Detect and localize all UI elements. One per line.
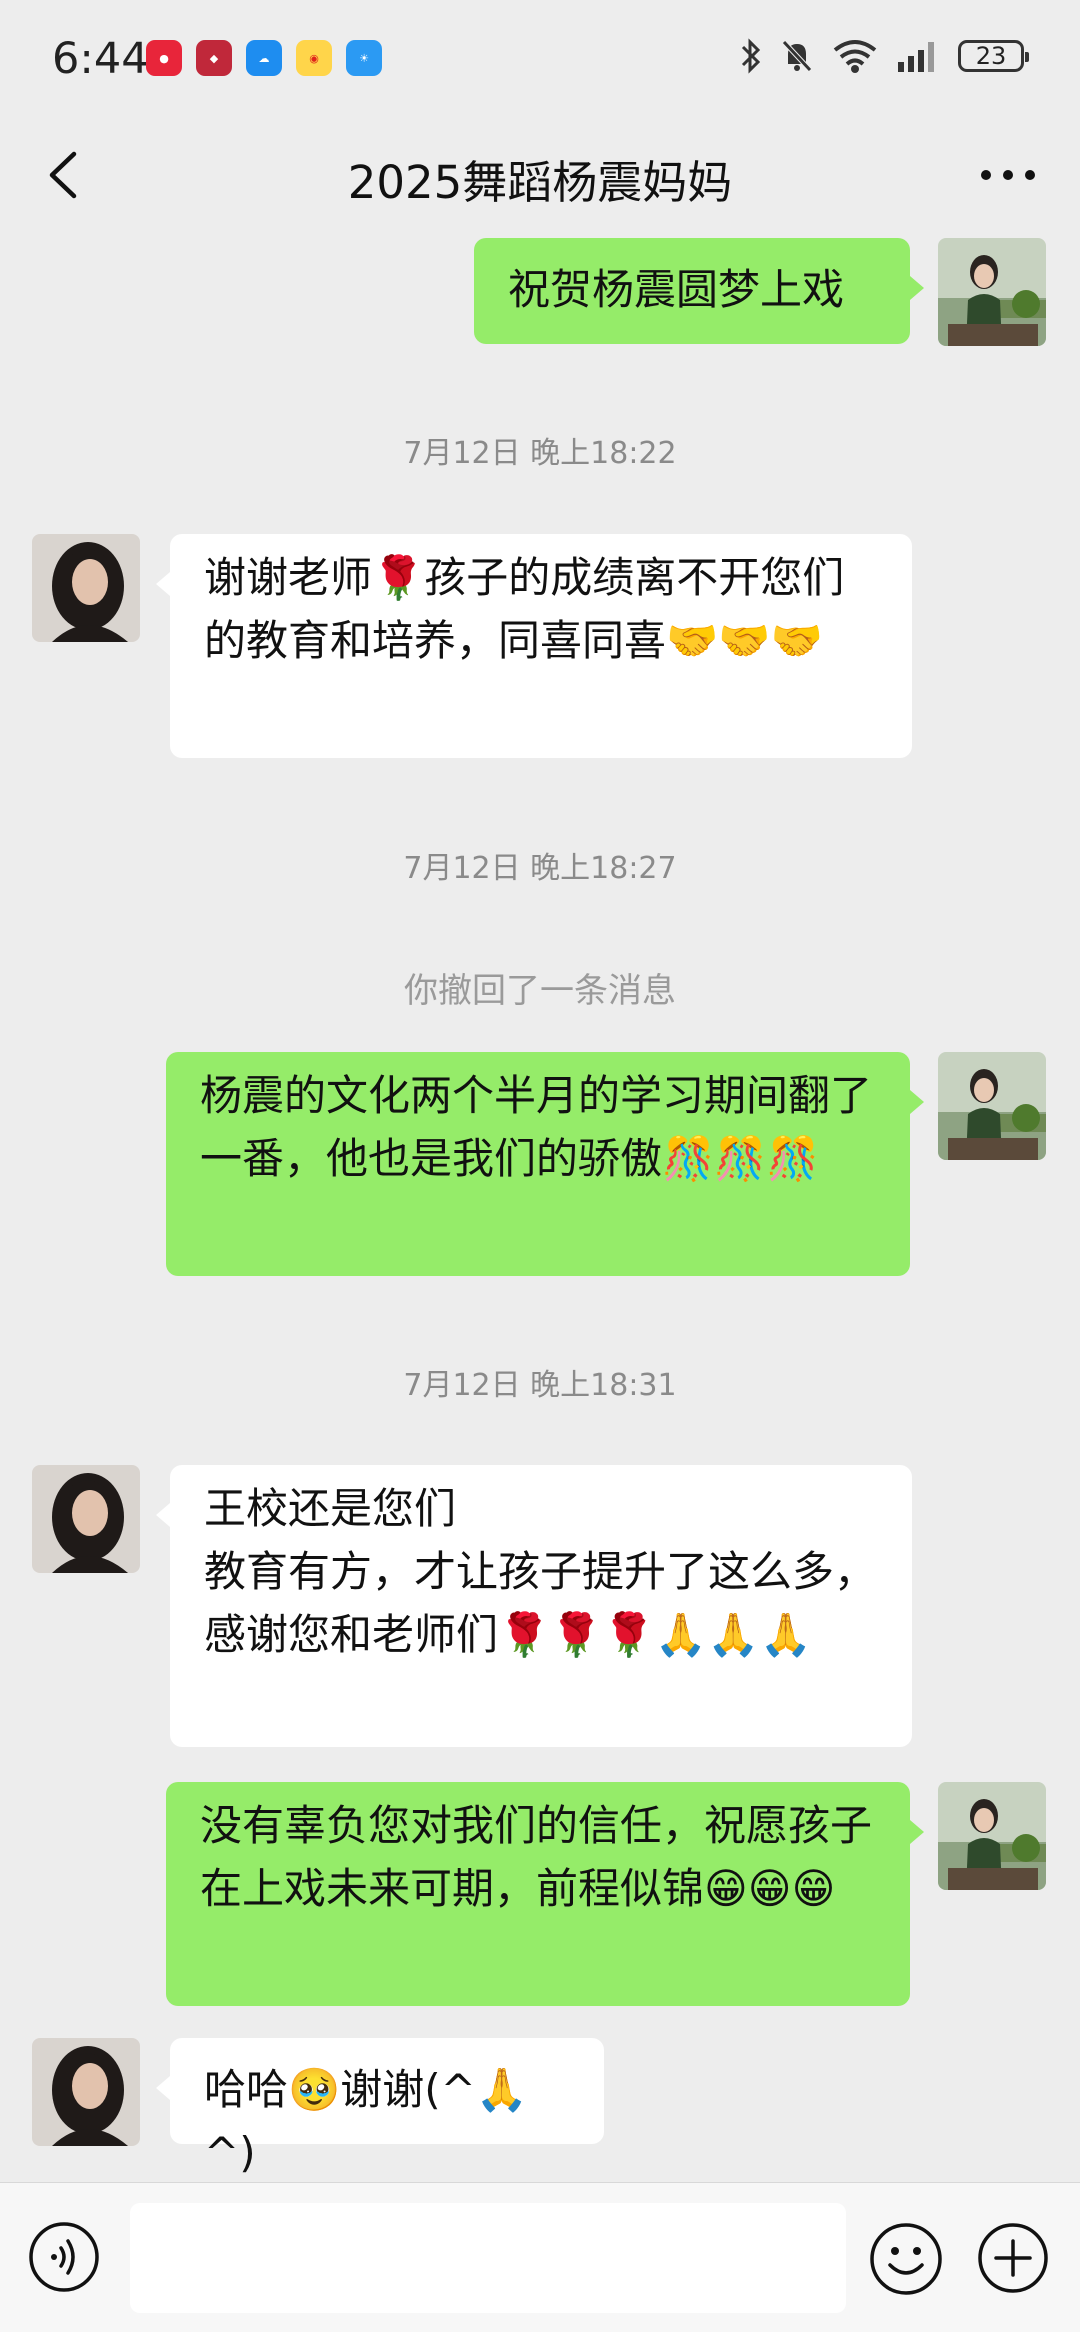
message-timestamp: 7月12日 晚上18:22 [403,436,677,471]
more-options-icon[interactable] [976,148,1040,202]
message-bubble-outgoing[interactable]: 杨震的文化两个半月的学习期间翻了一番，他也是我们的骄傲🎊🎊🎊 [166,1052,924,1276]
message-bubble-outgoing[interactable]: 祝贺杨震圆梦上戏 [474,238,924,344]
message-bubble-outgoing[interactable]: 没有辜负您对我们的信任，祝愿孩子在上戏未来可期，前程似锦😁😁😁 [166,1782,924,2006]
message-timestamp: 7月12日 晚上18:31 [403,1368,677,1403]
message-bubble-incoming[interactable]: 谢谢老师🌹孩子的成绩离不开您们的教育和培养，同喜同喜🤝🤝🤝 [156,534,912,758]
weibo-icon: ◉ [296,40,332,76]
contact-avatar[interactable] [32,534,140,642]
wifi-icon [833,40,877,73]
message-timestamp: 7月12日 晚上18:27 [403,851,677,886]
message-bubble-incoming[interactable]: 王校还是您们 教育有方，才让孩子提升了这么多，感谢您和老师们🌹🌹🌹🙏🙏🙏 [156,1465,912,1747]
my-avatar[interactable] [938,238,1046,346]
weather-icon: ☀ [346,40,382,76]
input-bar [0,2182,1080,2332]
notification-icons: ● ◆ ☁ ◉ ☀ [146,40,382,76]
ali-app-icon: ● [146,40,182,76]
signal-icon [898,42,934,72]
mute-bell-icon [782,40,812,72]
chat-title: 2025舞蹈杨震妈妈 [347,156,733,209]
message-input[interactable] [130,2203,846,2313]
contact-avatar[interactable] [32,1465,140,1573]
game-app-icon: ◆ [196,40,232,76]
status-indicators: 23 [740,38,1029,74]
recall-notice: 你撤回了一条消息 [404,971,676,1011]
message-bubble-incoming[interactable]: 哈哈🥹谢谢(^🙏^) [156,2038,604,2177]
cloud-app-icon: ☁ [246,40,282,76]
contact-avatar[interactable] [32,2038,140,2146]
battery-icon: 23 [958,40,1029,72]
bluetooth-icon [741,38,761,74]
battery-level: 23 [975,42,1007,70]
status-bar: 6:44 ● ◆ ☁ ◉ ☀ 23 [0,0,1080,120]
plus-icon[interactable] [976,2221,1050,2295]
emoji-icon[interactable] [868,2221,944,2297]
chat-header: 2025舞蹈杨震妈妈 [0,120,1080,230]
my-avatar[interactable] [938,1782,1046,1890]
status-time: 6:44 [52,34,149,84]
my-avatar[interactable] [938,1052,1046,1160]
voice-input-icon[interactable] [28,2221,100,2293]
